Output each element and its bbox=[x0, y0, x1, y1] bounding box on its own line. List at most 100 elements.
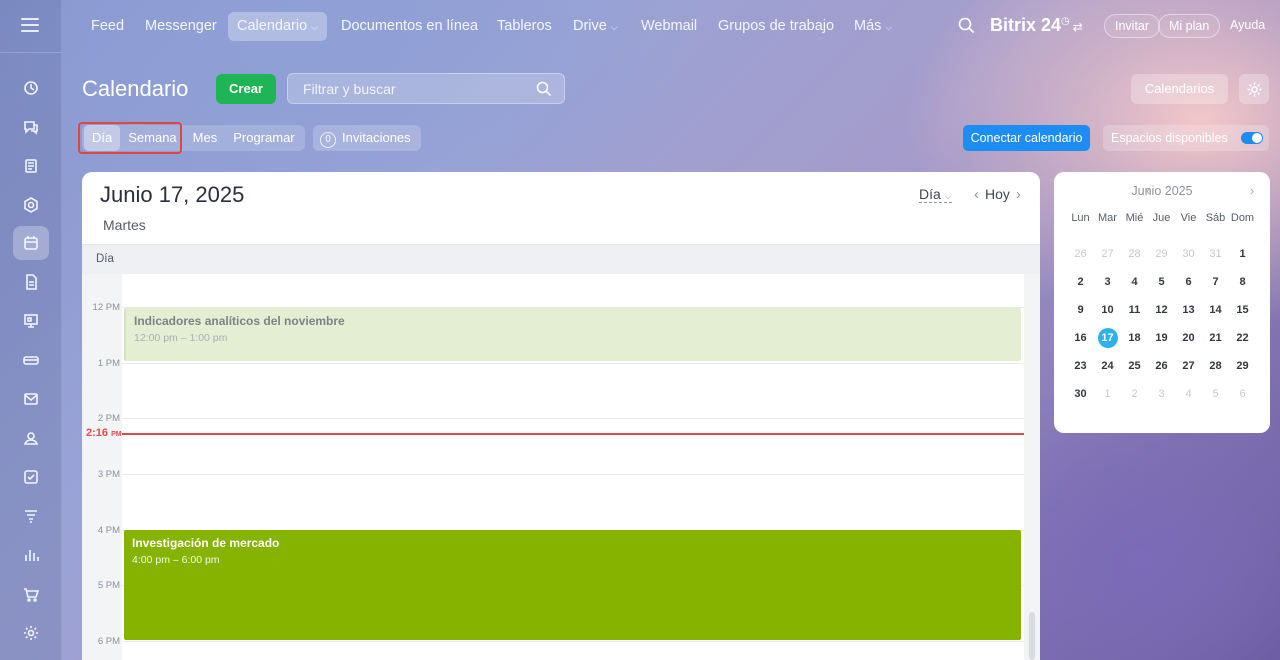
board-icon[interactable] bbox=[13, 304, 49, 338]
mini-calendar-day[interactable]: 14 bbox=[1202, 300, 1229, 320]
mini-calendar-day[interactable]: 18 bbox=[1121, 328, 1148, 348]
nav-more[interactable]: Más ⌵ bbox=[854, 12, 892, 41]
mini-calendar-day[interactable]: 22 bbox=[1229, 328, 1256, 348]
mini-calendar-day[interactable]: 1 bbox=[1229, 244, 1256, 264]
mini-calendar-day[interactable]: 2 bbox=[1067, 272, 1094, 292]
nav-webmail[interactable]: Webmail bbox=[641, 12, 697, 41]
mini-calendar-day[interactable]: 11 bbox=[1121, 300, 1148, 320]
mini-calendar-day[interactable]: 30 bbox=[1175, 244, 1202, 264]
prev-arrow-icon[interactable]: ‹ bbox=[974, 186, 979, 203]
mini-calendar-day[interactable]: 4 bbox=[1175, 384, 1202, 404]
scrollbar[interactable] bbox=[1029, 612, 1035, 660]
next-month-icon[interactable]: › bbox=[1250, 183, 1254, 198]
view-select[interactable]: Día ⌵ bbox=[919, 186, 952, 203]
menu-icon[interactable] bbox=[21, 18, 39, 32]
mini-calendar-day[interactable]: 7 bbox=[1202, 272, 1229, 292]
mini-calendar-day-number: 12 bbox=[1155, 304, 1168, 316]
mail-icon[interactable] bbox=[13, 382, 49, 416]
calendar-icon[interactable] bbox=[13, 226, 49, 260]
groups-icon[interactable] bbox=[13, 421, 49, 455]
mini-calendar-day[interactable]: 26 bbox=[1148, 356, 1175, 376]
mini-calendar-day[interactable]: 15 bbox=[1229, 300, 1256, 320]
mini-calendar-day[interactable]: 13 bbox=[1175, 300, 1202, 320]
search-icon[interactable] bbox=[958, 17, 975, 34]
settings-icon[interactable] bbox=[13, 616, 49, 650]
mini-calendar-day[interactable]: 16 bbox=[1067, 328, 1094, 348]
mini-calendar-day[interactable]: 23 bbox=[1067, 356, 1094, 376]
nav-boards[interactable]: Tableros bbox=[497, 12, 552, 41]
nav-calendar[interactable]: Calendario ⌵ bbox=[228, 12, 327, 41]
mini-calendar-day[interactable]: 9 bbox=[1067, 300, 1094, 320]
mini-calendar-day-number: 21 bbox=[1209, 332, 1222, 344]
invite-button[interactable]: Invitar bbox=[1104, 14, 1161, 38]
mini-calendar-day[interactable]: 5 bbox=[1202, 384, 1229, 404]
nav-feed[interactable]: Feed bbox=[91, 12, 124, 41]
help-button[interactable]: Ayuda bbox=[1220, 14, 1275, 38]
mini-calendar-day[interactable]: 28 bbox=[1121, 244, 1148, 264]
mini-calendar-day[interactable]: 5 bbox=[1148, 272, 1175, 292]
mini-calendar-day[interactable]: 26 bbox=[1067, 244, 1094, 264]
mini-calendar-day-number: 3 bbox=[1158, 388, 1165, 400]
mini-calendar-day[interactable]: 21 bbox=[1202, 328, 1229, 348]
view-month[interactable]: Mes bbox=[185, 125, 226, 151]
available-slots[interactable]: Espacios disponibles bbox=[1103, 125, 1269, 151]
nav-documents[interactable]: Documentos en línea bbox=[341, 12, 478, 41]
mini-calendar-day[interactable]: 24 bbox=[1094, 356, 1121, 376]
analytics-icon[interactable] bbox=[13, 538, 49, 572]
mini-calendar-day[interactable]: 8 bbox=[1229, 272, 1256, 292]
mini-calendar-day[interactable]: 17 bbox=[1094, 328, 1121, 348]
mini-calendar-day[interactable]: 6 bbox=[1229, 384, 1256, 404]
mini-calendar-day[interactable]: 12 bbox=[1148, 300, 1175, 320]
mini-calendar-day-number: 8 bbox=[1239, 276, 1246, 288]
view-schedule[interactable]: Programar bbox=[225, 125, 302, 151]
create-button[interactable]: Crear bbox=[216, 74, 276, 104]
mini-calendar-day[interactable]: 19 bbox=[1148, 328, 1175, 348]
all-day-strip: Día bbox=[82, 244, 1040, 274]
mini-calendar-day-number: 30 bbox=[1182, 248, 1195, 260]
brand-logo[interactable]: Bitrix 24◷ ⇄ bbox=[990, 15, 1083, 36]
mini-calendar-day[interactable]: 2 bbox=[1121, 384, 1148, 404]
activity-icon[interactable] bbox=[13, 71, 49, 105]
mini-calendar-day[interactable]: 28 bbox=[1202, 356, 1229, 376]
swap-icon: ⇄ bbox=[1072, 20, 1083, 34]
mini-calendar-day[interactable]: 6 bbox=[1175, 272, 1202, 292]
mini-calendar-day[interactable]: 3 bbox=[1148, 384, 1175, 404]
mini-calendar-day[interactable]: 4 bbox=[1121, 272, 1148, 292]
mini-calendar-day[interactable]: 30 bbox=[1067, 384, 1094, 404]
settings-button[interactable] bbox=[1239, 74, 1269, 104]
calendars-button[interactable]: Calendarios bbox=[1131, 74, 1228, 104]
mini-calendar-day[interactable]: 31 bbox=[1202, 244, 1229, 264]
hub-icon[interactable] bbox=[13, 188, 49, 222]
tasks-icon[interactable] bbox=[13, 460, 49, 494]
mini-calendar-day[interactable]: 25 bbox=[1121, 356, 1148, 376]
mini-calendar-day[interactable]: 29 bbox=[1229, 356, 1256, 376]
shop-icon[interactable] bbox=[13, 577, 49, 611]
invitations-button[interactable]: 0 Invitaciones bbox=[313, 125, 421, 151]
mini-calendar-day[interactable]: 20 bbox=[1175, 328, 1202, 348]
mini-calendar-day[interactable]: 3 bbox=[1094, 272, 1121, 292]
slots-toggle[interactable] bbox=[1241, 132, 1263, 144]
document-icon[interactable] bbox=[13, 265, 49, 299]
clock-icon: ◷ bbox=[1061, 16, 1070, 27]
mini-calendar-day[interactable]: 10 bbox=[1094, 300, 1121, 320]
mini-calendar-day[interactable]: 29 bbox=[1148, 244, 1175, 264]
nav-messenger[interactable]: Messenger bbox=[145, 12, 217, 41]
feed-icon[interactable] bbox=[13, 149, 49, 183]
search-icon[interactable] bbox=[536, 81, 552, 97]
mini-calendar-day[interactable]: 1 bbox=[1094, 384, 1121, 404]
next-arrow-icon[interactable]: › bbox=[1016, 186, 1021, 203]
nav-drive[interactable]: Drive ⌵ bbox=[573, 12, 618, 41]
search-input[interactable] bbox=[288, 74, 528, 103]
event-analytics[interactable]: Indicadores analíticos del noviembre 12:… bbox=[124, 308, 1021, 361]
chat-icon[interactable] bbox=[13, 110, 49, 144]
my-plan-button[interactable]: Mi plan bbox=[1158, 14, 1221, 38]
event-market-research[interactable]: Investigación de mercado 4:00 pm – 6:00 … bbox=[124, 530, 1021, 640]
today-button[interactable]: Hoy bbox=[985, 186, 1010, 202]
crm-icon[interactable] bbox=[13, 499, 49, 533]
nav-workgroups[interactable]: Grupos de trabajo bbox=[718, 12, 834, 41]
mini-calendar-day-number: 28 bbox=[1128, 248, 1141, 260]
drive-icon[interactable] bbox=[13, 343, 49, 377]
mini-calendar-day[interactable]: 27 bbox=[1094, 244, 1121, 264]
mini-calendar-day[interactable]: 27 bbox=[1175, 356, 1202, 376]
connect-calendar-button[interactable]: Conectar calendario bbox=[963, 125, 1090, 151]
